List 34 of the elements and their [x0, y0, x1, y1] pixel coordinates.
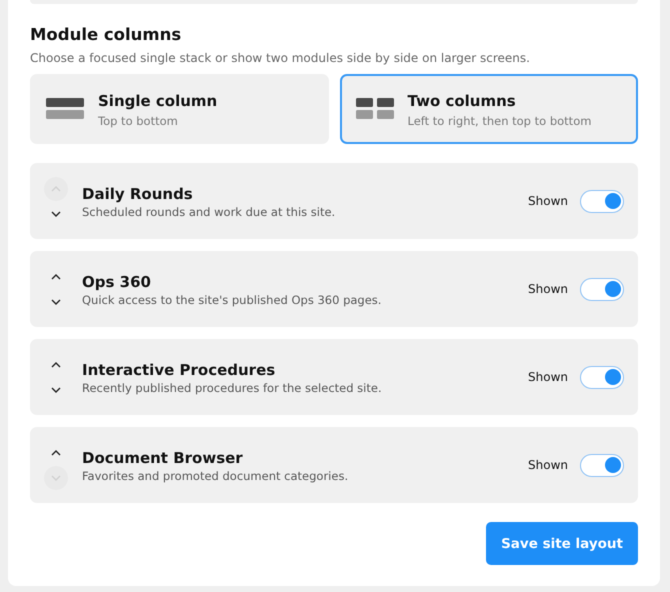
module-description: Recently published procedures for the selected site.: [82, 380, 383, 394]
toggle-label: Shown: [528, 282, 568, 296]
module-title: Daily Rounds: [82, 184, 194, 204]
visibility-toggle[interactable]: [580, 190, 624, 212]
module-description: Quick access to the site's published Ops 360 pages.: [82, 292, 382, 306]
chevron-up-icon: [51, 186, 61, 192]
module-title: Ops 360: [82, 272, 152, 292]
toggle-label: Shown: [528, 194, 568, 208]
option-title: Single column: [98, 90, 218, 110]
chevron-up-icon: [51, 274, 61, 280]
chevron-down-icon: [51, 210, 61, 216]
layout-option[interactable]: Two columns Left to right, then top to bottom: [340, 74, 638, 144]
option-subtitle: Top to bottom: [98, 114, 179, 128]
module-description: Favorites and promoted document categories.: [82, 468, 350, 482]
visibility-toggle[interactable]: [580, 454, 624, 476]
toggle-label: Shown: [528, 370, 568, 384]
toggle-label: Shown: [528, 458, 568, 472]
module-title: Interactive Procedures: [82, 360, 276, 380]
section-title: Module columns: [30, 24, 182, 46]
module-title: Document Browser: [82, 448, 244, 468]
visibility-toggle[interactable]: [580, 366, 624, 388]
module-description: Scheduled rounds and work due at this site.: [82, 204, 336, 218]
chevron-down-icon: [51, 386, 61, 392]
section-description: Choose a focused single stack or show two modules side by side on larger screens.: [30, 51, 531, 65]
two-column-icon: [356, 98, 394, 120]
option-subtitle: Left to right, then top to bottom: [408, 114, 592, 128]
single-column-icon: [46, 98, 84, 120]
layout-option[interactable]: Single column Top to bottom: [30, 74, 328, 144]
chevron-up-icon: [51, 362, 61, 368]
chevron-down-icon: [51, 474, 61, 480]
chevron-down-icon: [51, 298, 61, 304]
option-title: Two columns: [408, 90, 517, 110]
visibility-toggle[interactable]: [580, 278, 624, 300]
chevron-up-icon: [51, 450, 61, 456]
